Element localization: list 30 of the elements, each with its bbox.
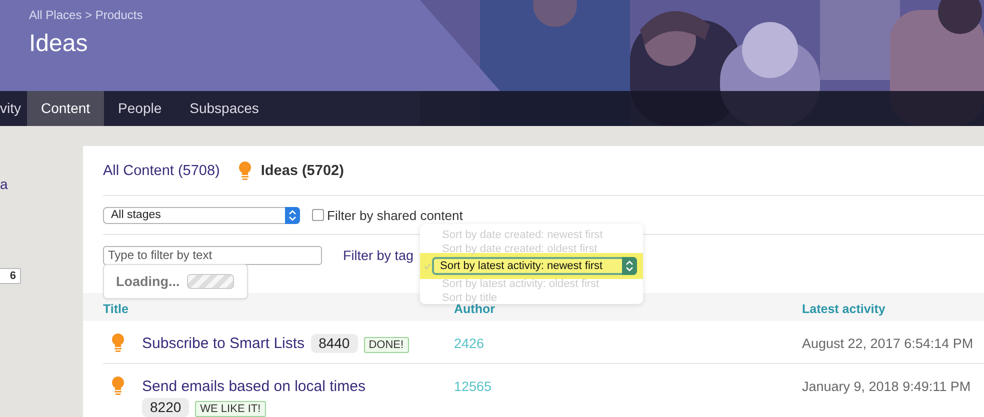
vote-count: 8220	[142, 398, 190, 417]
lightbulb-icon	[111, 333, 125, 353]
lightbulb-icon	[238, 160, 252, 180]
text-filter-field[interactable]: Type to filter by text	[103, 246, 322, 264]
checkbox-label: Filter by shared content	[327, 208, 463, 222]
nav-tab[interactable]: People	[104, 91, 176, 126]
progress-bar-icon	[186, 274, 234, 289]
vote-count: 8440	[310, 334, 358, 353]
sidebar-link[interactable]: a	[0, 176, 8, 192]
stepper-icon	[622, 257, 637, 275]
tag-filter-label[interactable]: Filter by tag	[343, 248, 414, 262]
checkbox[interactable]	[312, 209, 324, 221]
content-type-tab[interactable]: All Content (5708)	[103, 162, 220, 178]
nav-tab[interactable]: Subspaces	[176, 91, 273, 126]
sort-dropdown[interactable]: Sort by latest activity: newest first	[432, 257, 637, 275]
nav-tab[interactable]: Content	[27, 91, 104, 126]
content-type-tab[interactable]: Ideas (5702)	[238, 160, 344, 180]
status-tag: DONE!	[364, 337, 409, 353]
activity-date: August 22, 2017 6:54:14 PM	[802, 335, 974, 351]
lightbulb-icon	[111, 376, 125, 396]
stage-dropdown[interactable]: All stages	[103, 206, 300, 224]
idea-title-link[interactable]: Send emails based on local times	[142, 378, 366, 395]
activity-date: January 9, 2018 9:49:11 PM	[802, 378, 971, 394]
page-title: Ideas	[29, 30, 88, 58]
loading-indicator: Loading...	[103, 264, 248, 299]
idea-title-link[interactable]: Subscribe to Smart Lists	[142, 335, 305, 352]
status-tag: WE LIKE IT!	[195, 401, 266, 417]
count-badge: 6	[0, 268, 21, 284]
stepper-icon	[285, 206, 300, 224]
nav-tab[interactable]: vity	[0, 91, 27, 126]
